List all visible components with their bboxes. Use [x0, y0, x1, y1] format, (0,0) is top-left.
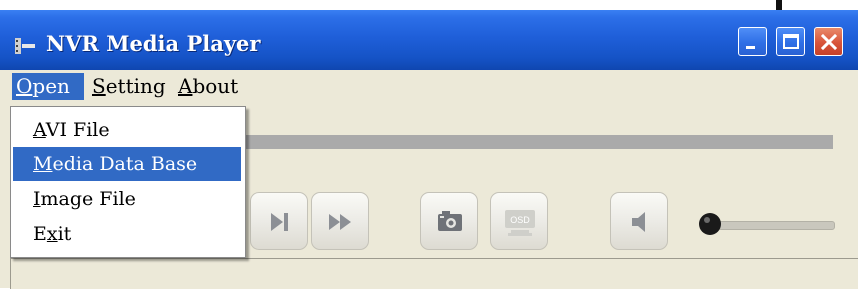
minimize-button[interactable] [738, 27, 767, 56]
mute-button[interactable] [610, 192, 668, 250]
fast-forward-icon [329, 214, 351, 230]
menu-open-label: pen [32, 74, 70, 98]
close-icon [820, 33, 838, 51]
snapshot-button[interactable] [420, 192, 478, 250]
menu-about-label: bout [192, 74, 239, 98]
menu-bar: Open Setting About [0, 70, 858, 104]
menu-setting-label: etting [105, 74, 166, 98]
menu-about[interactable]: About [174, 73, 242, 100]
menu-setting[interactable]: Setting [88, 73, 168, 100]
menu-item-image-file[interactable]: Image File [13, 182, 241, 216]
image-file-label: mage File [40, 188, 136, 210]
avi-file-access-key: A [33, 119, 46, 141]
minimize-icon [746, 46, 755, 49]
volume-slider-track[interactable] [718, 221, 835, 230]
exit-label-end: it [57, 223, 72, 245]
menu-item-media-data-base[interactable]: Media Data Base [13, 147, 241, 181]
media-data-base-access-key: M [33, 153, 53, 175]
camera-icon [438, 211, 462, 231]
menu-item-exit[interactable]: Exit [13, 217, 241, 251]
menu-setting-access-key: S [92, 74, 106, 98]
exit-access-key: x [46, 223, 58, 245]
next-frame-button[interactable] [250, 192, 308, 250]
window-title: NVR Media Player [46, 31, 261, 56]
avi-file-label: VI File [45, 119, 110, 141]
media-data-base-label: edia Data Base [52, 153, 198, 175]
title-bar[interactable]: NVR Media Player [0, 10, 858, 70]
maximize-icon [783, 34, 799, 49]
speaker-icon [632, 212, 645, 232]
status-area [10, 258, 858, 289]
close-button[interactable] [814, 27, 843, 56]
osd-label: OSD [510, 215, 530, 225]
open-dropdown-menu: AVI File Media Data Base Image File Exit [10, 106, 246, 258]
app-icon [15, 38, 35, 54]
screen-background [0, 0, 858, 10]
exit-label-start: E [33, 223, 47, 245]
fast-forward-button[interactable] [311, 192, 369, 250]
menu-open[interactable]: Open [12, 73, 84, 100]
menu-about-access-key: A [178, 74, 193, 98]
image-file-access-key: I [33, 188, 41, 210]
maximize-button[interactable] [776, 27, 805, 56]
menu-open-access-key: O [16, 74, 33, 98]
menu-item-avi-file[interactable]: AVI File [13, 113, 241, 147]
osd-icon: OSD [505, 210, 535, 236]
playback-progress-bar[interactable] [236, 135, 833, 149]
volume-slider-thumb[interactable] [697, 211, 723, 237]
osd-button[interactable]: OSD [490, 192, 548, 250]
next-frame-icon [271, 213, 288, 231]
